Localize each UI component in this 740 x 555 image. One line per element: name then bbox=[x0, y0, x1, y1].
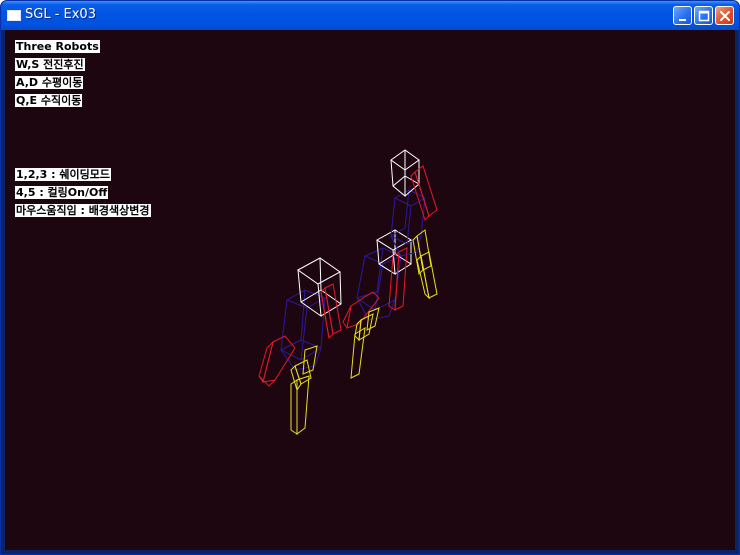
gl-viewport[interactable]: Three Robots W,S 전진후진 A,D 수평이동 Q,E 수직이동 … bbox=[5, 30, 735, 550]
minimize-button[interactable] bbox=[673, 6, 692, 25]
window-title: SGL - Ex03 bbox=[25, 7, 96, 22]
robot-1-legs bbox=[290, 345, 318, 435]
robot-3-legs bbox=[412, 229, 438, 300]
robot-1 bbox=[258, 257, 342, 435]
robot-2 bbox=[342, 229, 412, 379]
robot-3-body bbox=[390, 189, 427, 257]
minimize-icon bbox=[679, 19, 686, 21]
close-icon bbox=[720, 11, 730, 21]
robot-scene bbox=[258, 149, 438, 435]
close-button[interactable] bbox=[715, 6, 734, 25]
window-app-icon bbox=[7, 10, 21, 21]
title-bar[interactable]: SGL - Ex03 bbox=[1, 1, 739, 30]
maximize-icon bbox=[698, 10, 710, 22]
app-window: SGL - Ex03 Three Robots W,S 전진후진 A,D 수평이… bbox=[0, 0, 740, 555]
maximize-button[interactable] bbox=[694, 6, 713, 25]
robot-1-arm-left bbox=[258, 335, 296, 387]
robot-1-body bbox=[280, 289, 327, 371]
